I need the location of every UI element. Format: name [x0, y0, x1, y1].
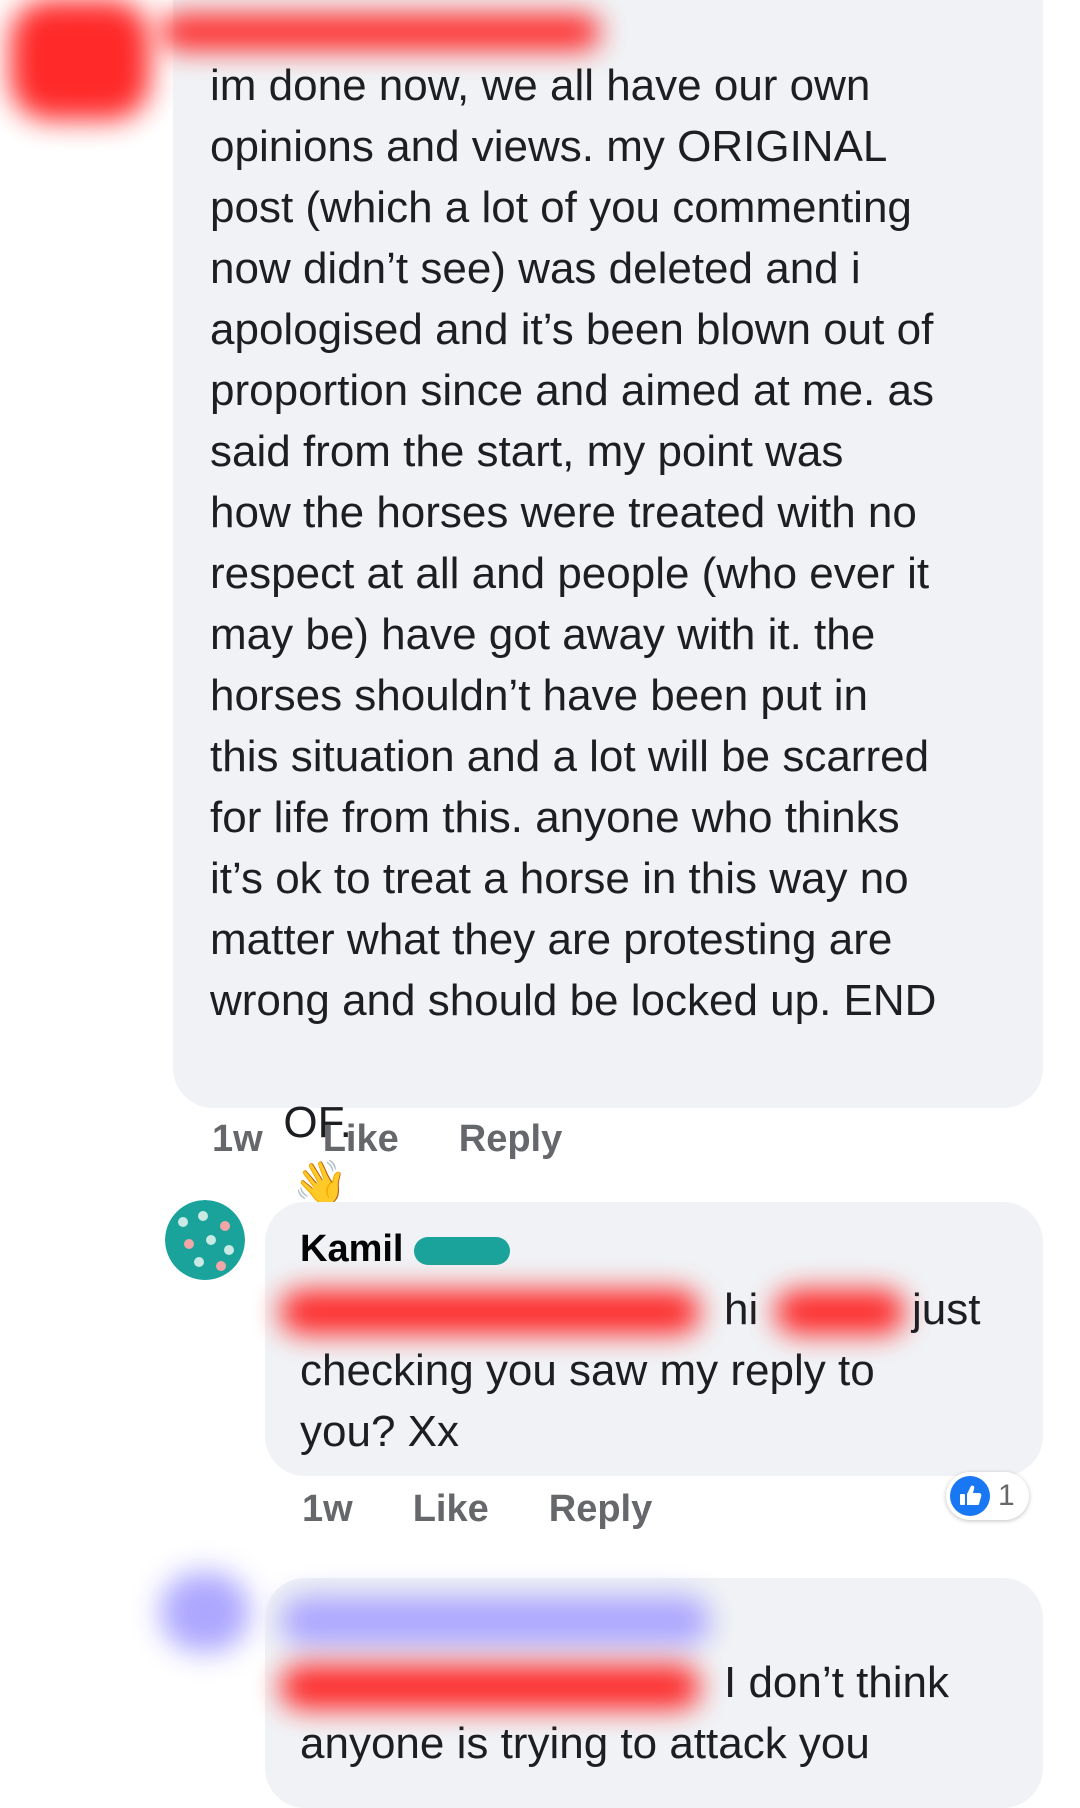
comment-line: wrong and should be locked up. END: [210, 976, 937, 1025]
comment-2-line3: you? Xx: [300, 1407, 459, 1456]
timestamp: 1w: [212, 1118, 263, 1160]
comment-line: apologised and it’s been blown out of: [210, 305, 934, 354]
comment-2-hi: hi: [724, 1285, 759, 1334]
comment-3-line1: I don’t think: [724, 1658, 950, 1707]
comment-line: post (which a lot of you commenting: [210, 183, 912, 232]
redacted-mention: [775, 1290, 905, 1334]
comment-line: this situation and a lot will be scarred: [210, 732, 930, 781]
commenter-first-name: Kamil: [300, 1228, 404, 1270]
comment-3-line2: anyone is trying to attack you: [300, 1719, 870, 1768]
thumbs-up-icon: [950, 1476, 990, 1516]
commenter-name[interactable]: Kamil: [300, 1228, 511, 1271]
comment-line: how the horses were treated with no: [210, 488, 917, 537]
comment-line: respect at all and people (who ever it: [210, 549, 930, 598]
reaction-count: 1: [998, 1479, 1015, 1512]
like-button[interactable]: Like: [323, 1118, 399, 1161]
waving-hand-icon: 👋: [293, 1159, 349, 1208]
comment-2-just: just: [912, 1285, 981, 1334]
comment-line: proportion since and aimed at me. as: [210, 366, 934, 415]
avatar[interactable]: [165, 1200, 245, 1280]
reply-button[interactable]: Reply: [549, 1488, 652, 1531]
like-button[interactable]: Like: [413, 1488, 489, 1531]
reply-button[interactable]: Reply: [459, 1118, 562, 1161]
comment-line: matter what they are protesting are: [210, 915, 893, 964]
comment-2-actions: 1w Like Reply: [302, 1488, 712, 1531]
comment-line: for life from this. anyone who thinks: [210, 793, 900, 842]
comment-line: now didn’t see) was deleted and i: [210, 244, 861, 293]
reaction-badge[interactable]: 1: [946, 1472, 1029, 1520]
redacted-surname: [414, 1236, 511, 1265]
comment-line: it’s ok to treat a horse in this way no: [210, 854, 909, 903]
comment-line: horses shouldn’t have been put in: [210, 671, 869, 720]
timestamp: 1w: [302, 1488, 353, 1530]
comment-2-line2: checking you saw my reply to: [300, 1346, 875, 1395]
redacted-name: [160, 14, 600, 50]
redacted-avatar: [160, 1572, 250, 1652]
redacted-avatar: [10, 0, 150, 120]
comment-line: im done now, we all have our own: [210, 61, 871, 110]
comment-line: opinions and views. my ORIGINAL: [210, 122, 888, 171]
comment-line: said from the start, my point was: [210, 427, 844, 476]
redacted-name: [280, 1596, 710, 1646]
comment-1-actions: 1w Like Reply: [212, 1118, 622, 1161]
redacted-tag: [280, 1290, 700, 1334]
comment-line: may be) have got away with it. the: [210, 610, 876, 659]
redacted-tag: [280, 1665, 700, 1709]
